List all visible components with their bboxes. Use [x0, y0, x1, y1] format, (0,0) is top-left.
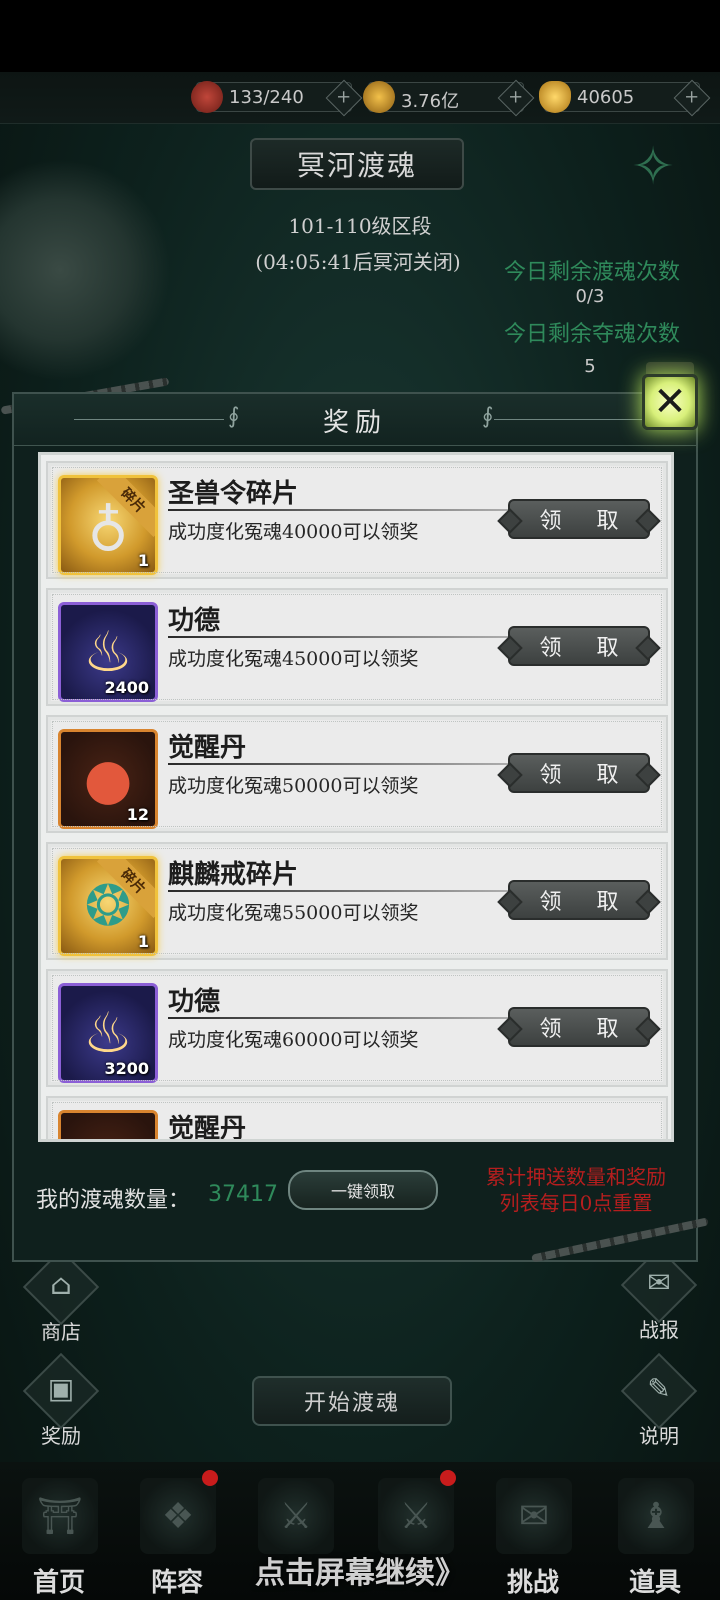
item-count: 1: [137, 932, 149, 951]
help-label: 说明: [639, 1424, 679, 1448]
resource-bar: 133/240 + 3.76亿 + 40605 +: [0, 72, 720, 124]
shop-icon: ⌂: [50, 1268, 72, 1301]
claim-button[interactable]: 领 取: [508, 499, 650, 539]
modal-title: 奖励: [322, 408, 387, 438]
coin-icon: [363, 81, 395, 113]
reset-note: 累计押送数量和奖励 列表每日0点重置: [466, 1164, 686, 1216]
chest-icon: ▣: [47, 1372, 75, 1405]
stamina-orb-icon: [191, 81, 223, 113]
item-count: 2400: [104, 678, 149, 697]
add-coin-button[interactable]: +: [497, 79, 535, 117]
emblem-icon[interactable]: ✧: [618, 132, 688, 202]
home-icon: ⛩: [22, 1478, 98, 1554]
close-countdown: (04:05:41后冥河关闭): [255, 250, 461, 274]
item-count: 3200: [104, 1059, 149, 1078]
resource-coin-value: 3.76亿: [401, 91, 460, 112]
crossed-swords-icon: ⚔: [378, 1478, 454, 1554]
pill-icon: ●: [61, 1113, 155, 1140]
notification-dot: [202, 1470, 218, 1486]
item-name: 功德: [168, 987, 221, 1017]
reset-note-line1: 累计押送数量和奖励: [486, 1165, 666, 1189]
item-requirement: 成功度化冤魂55000可以领奖: [168, 902, 419, 924]
reward-row: ♨ 2400 功德 成功度化冤魂45000可以领奖 领 取: [46, 588, 668, 706]
reward-modal: ∮ ∮ 奖励 ♁ 碎片 1 圣兽令碎片 成功度化冤魂40000可以领奖 领 取 …: [12, 392, 698, 1262]
reward-item-icon[interactable]: ❂ 碎片 1: [58, 856, 158, 956]
notification-dot: [440, 1470, 456, 1486]
item-name: 圣兽令碎片: [168, 479, 299, 509]
close-button[interactable]: ✕: [636, 356, 708, 446]
resource-ingot-value: 40605: [577, 87, 635, 108]
rewards-button[interactable]: ▣ 奖励: [16, 1352, 106, 1454]
remaining-ferry-value: 0/3: [575, 286, 605, 307]
claim-button[interactable]: 领 取: [508, 880, 650, 920]
claim-button[interactable]: 领 取: [508, 1007, 650, 1047]
gold-ingot-icon: [539, 81, 571, 113]
remaining-ferry-label: 今日剩余渡魂次数: [503, 260, 680, 285]
claim-all-button[interactable]: 一键领取: [288, 1170, 438, 1210]
item-requirement: 成功度化冤魂60000可以领奖: [168, 1029, 419, 1051]
level-range: 101-110级区段: [288, 214, 432, 238]
remaining-seize-label: 今日剩余夺魂次数: [503, 322, 680, 347]
item-requirement: 成功度化冤魂40000可以领奖: [168, 521, 419, 543]
book-icon: ✎: [647, 1372, 671, 1405]
add-ingot-button[interactable]: +: [673, 79, 711, 117]
reward-row: ♁ 碎片 1 圣兽令碎片 成功度化冤魂40000可以领奖 领 取: [46, 461, 668, 579]
item-requirement: 成功度化冤魂45000可以领奖: [168, 648, 419, 670]
report-icon: ✉: [647, 1266, 671, 1299]
reward-item-icon[interactable]: ● 12: [58, 729, 158, 829]
reward-item-icon[interactable]: ♁ 碎片 1: [58, 475, 158, 575]
item-count: 1: [137, 551, 149, 570]
resource-stamina-value: 133/240: [229, 87, 304, 108]
battle-report-label: 战报: [639, 1318, 679, 1342]
item-requirement: 成功度化冤魂50000可以领奖: [168, 775, 419, 797]
tap-to-continue-hint[interactable]: 点击屏幕继续》: [0, 1548, 720, 1592]
reward-item-icon[interactable]: ♨ 3200: [58, 983, 158, 1083]
reward-row: ● 觉醒丹: [46, 1096, 668, 1142]
start-ferry-button[interactable]: 开始渡魂: [252, 1376, 452, 1426]
resource-ingot: 40605 +: [539, 79, 711, 117]
close-icon: ✕: [653, 379, 687, 425]
claim-button[interactable]: 领 取: [508, 753, 650, 793]
reward-item-icon[interactable]: ♨ 2400: [58, 602, 158, 702]
scroll-icon: ✉: [496, 1478, 572, 1554]
reward-row: ♨ 3200 功德 成功度化冤魂60000可以领奖 领 取: [46, 969, 668, 1087]
reward-item-icon[interactable]: ●: [58, 1110, 158, 1140]
modal-header: ∮ ∮ 奖励: [14, 394, 696, 446]
item-count: 12: [126, 805, 149, 824]
resource-coin: 3.76亿 +: [363, 79, 535, 117]
add-stamina-button[interactable]: +: [325, 79, 363, 117]
shop-label: 商店: [41, 1320, 81, 1344]
my-count-label: 我的渡魂数量：: [36, 1188, 191, 1213]
modal-footer: 我的渡魂数量： 37417 一键领取 累计押送数量和奖励 列表每日0点重置: [26, 1154, 686, 1250]
help-button[interactable]: ✎ 说明: [614, 1352, 704, 1454]
bag-icon: ♝: [618, 1478, 694, 1554]
item-name: 功德: [168, 606, 221, 636]
item-name: 麒麟戒碎片: [168, 860, 299, 890]
battle-report-button[interactable]: ✉ 战报: [614, 1246, 704, 1348]
item-name: 觉醒丹: [168, 733, 247, 763]
reward-row: ❂ 碎片 1 麒麟戒碎片 成功度化冤魂55000可以领奖 领 取: [46, 842, 668, 960]
resource-stamina: 133/240 +: [191, 79, 363, 117]
reset-note-line2: 列表每日0点重置: [499, 1191, 653, 1215]
my-count-value: 37417: [208, 1182, 278, 1207]
reward-row: ● 12 觉醒丹 成功度化冤魂50000可以领奖 领 取: [46, 715, 668, 833]
shop-button[interactable]: ⌂ 商店: [16, 1248, 106, 1350]
status-bar-area: [0, 0, 720, 72]
reward-list[interactable]: ♁ 碎片 1 圣兽令碎片 成功度化冤魂40000可以领奖 领 取 ♨ 2400 …: [38, 452, 674, 1142]
claim-button[interactable]: 领 取: [508, 626, 650, 666]
rewards-label: 奖励: [41, 1424, 81, 1448]
sword-icon: ⚔: [258, 1478, 334, 1554]
item-name: 觉醒丹: [168, 1114, 247, 1142]
page-title: 冥河渡魂: [250, 138, 464, 190]
lineup-icon: ❖: [140, 1478, 216, 1554]
